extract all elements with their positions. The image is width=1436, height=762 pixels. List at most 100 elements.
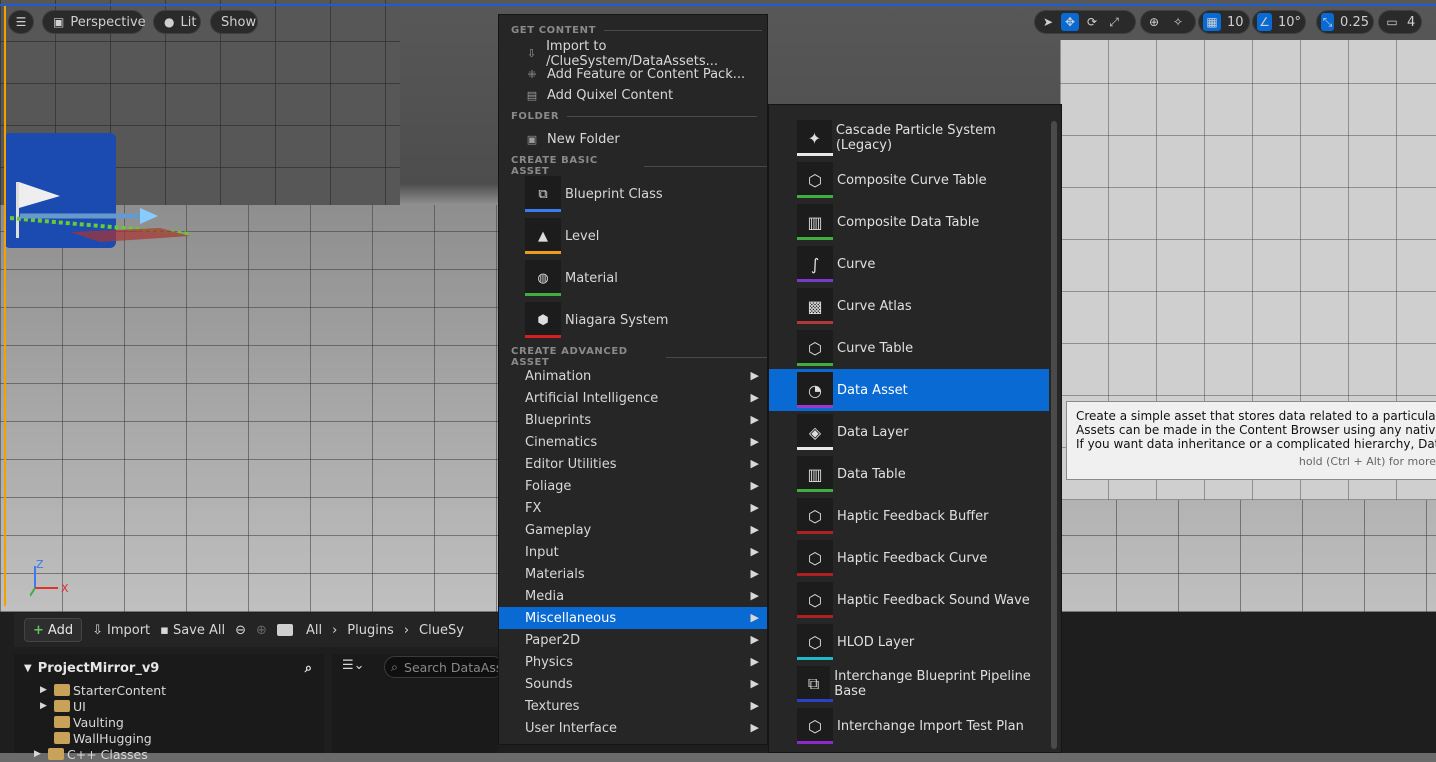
select-icon[interactable]: ➤	[1039, 13, 1057, 31]
category-label: Sounds	[525, 676, 573, 692]
tooltip-line: Assets can be made in the Content Browse…	[1076, 423, 1436, 437]
submenu-item-haptic-feedback-sound-wave[interactable]: ⬡ Haptic Feedback Sound Wave	[769, 579, 1049, 621]
category-textures[interactable]: Textures ▶	[499, 695, 767, 717]
category-paper2d[interactable]: Paper2D ▶	[499, 629, 767, 651]
filter-icon[interactable]: ☰⌄	[342, 658, 365, 673]
category-physics[interactable]: Physics ▶	[499, 651, 767, 673]
add-quixel-menu-item[interactable]: ▤ Add Quixel Content	[499, 85, 767, 106]
material-icon: ◍	[525, 260, 561, 296]
breadcrumb-cluesystem[interactable]: ClueSy	[419, 623, 464, 638]
niagara-system-item[interactable]: ⬢ Niagara System	[499, 299, 767, 341]
haptic-icon: ⬡	[797, 582, 833, 618]
haptic-icon: ⬡	[797, 498, 833, 534]
category-animation[interactable]: Animation ▶	[499, 365, 767, 387]
content-pack-icon: ⁜	[527, 68, 537, 81]
category-artificial-intelligence[interactable]: Artificial Intelligence ▶	[499, 387, 767, 409]
scale-icon[interactable]: ⤢	[1105, 13, 1123, 31]
show-button[interactable]: Show	[210, 10, 258, 34]
grid-snap-control[interactable]: ▦ 10	[1198, 10, 1250, 34]
tree-item-vaulting[interactable]: Vaulting	[54, 714, 124, 730]
category-cinematics[interactable]: Cinematics ▶	[499, 431, 767, 453]
back-icon[interactable]: ⊖	[235, 623, 246, 638]
viewport-focus-line	[0, 4, 1436, 6]
submenu-item-curve[interactable]: ∫ Curve	[769, 243, 1049, 285]
category-label: Miscellaneous	[525, 610, 617, 626]
rotate-icon[interactable]: ⟳	[1083, 13, 1101, 31]
submenu-item-haptic-feedback-curve[interactable]: ⬡ Haptic Feedback Curve	[769, 537, 1049, 579]
forward-icon[interactable]: ⊕	[256, 623, 267, 638]
submenu-item-haptic-feedback-buffer[interactable]: ⬡ Haptic Feedback Buffer	[769, 495, 1049, 537]
project-root[interactable]: ▼ ProjectMirror_v9 ⌕	[14, 654, 324, 682]
search-input[interactable]: ⌕ Search DataAss	[384, 656, 504, 678]
submenu-item-data-table[interactable]: ▥ Data Table	[769, 453, 1049, 495]
lit-label: Lit	[180, 14, 197, 30]
submenu-item-label: Data Table	[837, 466, 906, 482]
submenu-scrollbar[interactable]	[1051, 121, 1057, 749]
material-item[interactable]: ◍ Material	[499, 257, 767, 299]
submenu-item-interchange-blueprint-pipeline-base[interactable]: ⧉ Interchange Blueprint Pipeline Base	[769, 663, 1049, 705]
submenu-item-label: Curve Atlas	[837, 298, 912, 314]
category-media[interactable]: Media ▶	[499, 585, 767, 607]
camera-speed-control[interactable]: ▭ 4	[1378, 10, 1422, 34]
category-label: Cinematics	[525, 434, 598, 450]
menu-item-label: Level	[565, 228, 600, 244]
surface-snap-icon[interactable]: ✧	[1169, 13, 1187, 31]
category-input[interactable]: Input ▶	[499, 541, 767, 563]
plus-icon: +	[33, 622, 44, 638]
submenu-item-curve-table[interactable]: ⬡ Curve Table	[769, 327, 1049, 369]
menu-item-label: Material	[565, 270, 618, 286]
add-label: Add	[47, 622, 74, 638]
translate-icon[interactable]: ✥	[1061, 13, 1079, 31]
category-sounds[interactable]: Sounds ▶	[499, 673, 767, 695]
new-folder-menu-item[interactable]: ▣ New Folder	[499, 129, 767, 150]
section-label: FOLDER	[511, 111, 560, 122]
save-all-label: Save All	[172, 622, 226, 638]
tree-item-wallhugging[interactable]: WallHugging	[54, 730, 152, 746]
category-miscellaneous[interactable]: Miscellaneous ▶	[499, 607, 767, 629]
scale-snap-control[interactable]: ⤡ 0.25	[1316, 10, 1374, 34]
tree-item-ui[interactable]: ▶ UI	[40, 698, 86, 714]
import-button[interactable]: ⇩ Import	[92, 623, 150, 638]
submenu-item-label: Haptic Feedback Curve	[837, 550, 988, 566]
menu-item-label: Niagara System	[565, 312, 669, 328]
world-icon[interactable]: ⊕	[1145, 13, 1163, 31]
add-asset-menu: GET CONTENT ⇩ Import to /ClueSystem/Data…	[498, 14, 768, 745]
submenu-item-data-layer[interactable]: ◈ Data Layer	[769, 411, 1049, 453]
add-feature-pack-menu-item[interactable]: ⁜ Add Feature or Content Pack...	[499, 64, 767, 85]
submenu-item-data-asset[interactable]: ◔ Data Asset	[769, 369, 1049, 411]
search-icon[interactable]: ⌕	[305, 661, 312, 676]
save-icon: ▪	[160, 622, 169, 638]
submenu-item-composite-curve-table[interactable]: ⬡ Composite Curve Table	[769, 159, 1049, 201]
submenu-item-cascade-particle-system-legacy[interactable]: ✦ Cascade Particle System (Legacy)	[769, 117, 1049, 159]
lit-button[interactable]: ● Lit	[153, 10, 201, 34]
rotation-snap-control[interactable]: ∠ 10°	[1252, 10, 1306, 34]
chevron-right-icon: ▶	[750, 633, 759, 646]
import-menu-item[interactable]: ⇩ Import to /ClueSystem/DataAssets...	[499, 39, 767, 69]
submenu-item-hlod-layer[interactable]: ⬡ HLOD Layer	[769, 621, 1049, 663]
category-editor-utilities[interactable]: Editor Utilities ▶	[499, 453, 767, 475]
blueprint-class-item[interactable]: ⧉ Blueprint Class	[499, 173, 767, 215]
category-blueprints[interactable]: Blueprints ▶	[499, 409, 767, 431]
submenu-item-composite-data-table[interactable]: ▥ Composite Data Table	[769, 201, 1049, 243]
submenu-item-interchange-import-test-plan[interactable]: ⬡ Interchange Import Test Plan	[769, 705, 1049, 747]
category-gameplay[interactable]: Gameplay ▶	[499, 519, 767, 541]
tree-item-startercontent[interactable]: ▶ StarterContent	[40, 682, 166, 698]
perspective-button[interactable]: ▣ Perspective	[42, 10, 146, 34]
submenu-item-curve-atlas[interactable]: ▩ Curve Atlas	[769, 285, 1049, 327]
category-label: Physics	[525, 654, 574, 670]
category-foliage[interactable]: Foliage ▶	[499, 475, 767, 497]
category-label: Input	[525, 544, 559, 560]
category-materials[interactable]: Materials ▶	[499, 563, 767, 585]
section-folder: FOLDER	[511, 111, 758, 122]
save-all-button[interactable]: ▪ Save All	[160, 623, 225, 638]
breadcrumb-plugins[interactable]: Plugins	[347, 623, 394, 638]
menu-item-label: Add Quixel Content	[547, 88, 674, 103]
show-label: Show	[221, 14, 257, 30]
add-button[interactable]: + Add	[24, 618, 83, 642]
category-user-interface[interactable]: User Interface ▶	[499, 717, 767, 739]
category-fx[interactable]: FX ▶	[499, 497, 767, 519]
viewport-menu-button[interactable]: ☰	[8, 10, 34, 34]
breadcrumb-all[interactable]: All	[306, 623, 322, 638]
tree-item-cpp-classes[interactable]: ▶ C++ Classes	[34, 746, 148, 762]
level-item[interactable]: ▲ Level	[499, 215, 767, 257]
